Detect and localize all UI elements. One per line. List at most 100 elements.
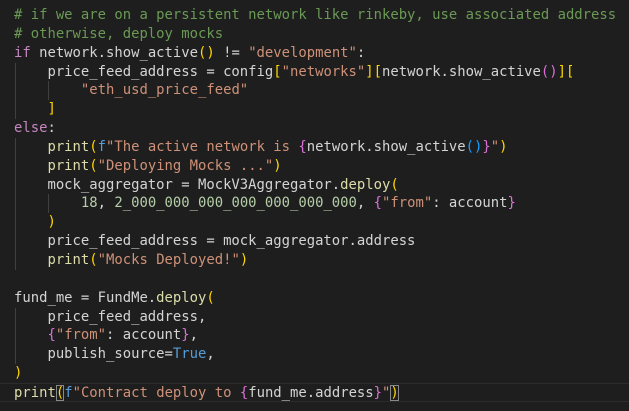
- code-token: ): [239, 251, 249, 268]
- code-token: f: [97, 138, 107, 155]
- code-token: (: [206, 289, 215, 306]
- code-token: }: [507, 195, 516, 212]
- code-token: ,: [97, 195, 115, 212]
- code-line[interactable]: if network.show_active() != "development…: [0, 44, 629, 63]
- code-token: }: [373, 384, 383, 401]
- code-token: print: [47, 251, 90, 268]
- code-token: "from": [382, 195, 433, 212]
- code-line[interactable]: price_feed_address = config["networks"][…: [0, 62, 629, 82]
- indent-guide: [15, 250, 16, 270]
- code-token: price_feed_address = config: [47, 63, 274, 80]
- code-line[interactable]: mock_aggregator = MockV3Aggregator.deplo…: [0, 175, 629, 195]
- code-token: ][: [557, 63, 575, 80]
- code-token: "Mocks Deployed!": [97, 251, 240, 268]
- code-token: ,: [189, 327, 199, 344]
- code-line[interactable]: else:: [0, 119, 629, 138]
- code-token: mock_aggregator = MockV3Aggregator.: [47, 176, 341, 193]
- code-line[interactable]: fund_me = FundMe.deploy(: [0, 289, 629, 308]
- indent-guide: [48, 81, 49, 101]
- code-token: network.show_active: [306, 138, 466, 155]
- matched-bracket: (: [55, 384, 65, 401]
- code-token: deploy: [340, 176, 391, 193]
- indent-guide: [15, 81, 16, 101]
- code-token: ]: [47, 101, 56, 118]
- code-token: deploy: [156, 289, 207, 306]
- indent-guide: [15, 345, 16, 365]
- code-token: :: [356, 44, 366, 61]
- code-line[interactable]: print(f"Contract deploy to {fund_me.addr…: [0, 382, 629, 402]
- code-token: "from": [55, 327, 107, 344]
- code-token: :: [47, 120, 56, 137]
- code-line[interactable]: price_feed_address,: [0, 307, 629, 327]
- code-line[interactable]: 18, 2_000_000_000_000_000_000_000, {"fro…: [0, 194, 629, 214]
- matched-bracket: ): [390, 384, 399, 401]
- code-line[interactable]: print("Deploying Mocks ..."): [0, 156, 629, 176]
- indent-guide: [15, 326, 16, 346]
- code-token: {: [298, 138, 307, 155]
- code-line[interactable]: price_feed_address = mock_aggregator.add…: [0, 232, 629, 251]
- indent-guide: [15, 213, 16, 233]
- code-line[interactable]: # otherwise, deploy mocks: [0, 25, 629, 44]
- code-token: ][: [365, 63, 383, 80]
- indent-guide: [15, 307, 16, 327]
- code-line[interactable]: ): [0, 364, 629, 383]
- code-token: price_feed_address,: [47, 308, 207, 325]
- code-token: ": [490, 138, 500, 155]
- code-line[interactable]: print(f"The active network is {network.s…: [0, 137, 629, 157]
- code-token: (): [198, 44, 215, 61]
- code-token: ,: [206, 346, 215, 363]
- indent-guide: [15, 175, 16, 195]
- code-line[interactable]: print("Mocks Deployed!"): [0, 250, 629, 270]
- code-token: price_feed_address = mock_aggregator.add…: [47, 233, 416, 250]
- code-token: !=: [214, 44, 249, 61]
- code-token: }: [482, 138, 491, 155]
- code-token: }: [181, 327, 190, 344]
- code-token: 18: [80, 195, 98, 212]
- code-line[interactable]: ]: [0, 100, 629, 120]
- code-token: ): [14, 365, 23, 382]
- code-line[interactable]: [0, 270, 629, 289]
- code-token: # otherwise, deploy mocks: [14, 25, 224, 42]
- code-token: print: [14, 384, 56, 401]
- code-editor[interactable]: # if we are on a persistent network like…: [0, 6, 629, 402]
- indent-guide: [15, 62, 16, 82]
- code-token: f: [64, 384, 73, 401]
- indent-guide: [15, 156, 16, 176]
- code-line[interactable]: "eth_usd_price_feed": [0, 81, 629, 101]
- indent-guide: [15, 194, 16, 214]
- code-token: True: [172, 346, 207, 363]
- code-token: : account: [432, 195, 508, 212]
- code-token: network.show_active: [382, 63, 541, 80]
- code-token: ): [47, 214, 56, 231]
- code-line[interactable]: {"from": account},: [0, 326, 629, 346]
- code-token: (: [390, 176, 399, 193]
- code-token: print: [47, 138, 90, 155]
- indent-guide: [15, 232, 16, 251]
- code-token: "development": [248, 44, 357, 61]
- code-token: (: [89, 157, 98, 174]
- code-token: print: [47, 157, 90, 174]
- indent-guide: [48, 194, 49, 214]
- code-line[interactable]: # if we are on a persistent network like…: [0, 6, 629, 25]
- code-token: {: [239, 384, 249, 401]
- indent-guide: [15, 100, 16, 120]
- code-token: "networks": [281, 63, 366, 80]
- code-token: "The active network is: [106, 138, 299, 155]
- code-token: {: [373, 195, 383, 212]
- code-token: "eth_usd_price_feed": [80, 82, 249, 99]
- code-line[interactable]: publish_source=True,: [0, 345, 629, 365]
- code-token: # if we are on a persistent network like…: [14, 7, 617, 23]
- code-token: (): [540, 63, 558, 80]
- code-line[interactable]: ): [0, 213, 629, 233]
- code-token: network.show_active: [30, 44, 198, 61]
- code-token: publish_source=: [47, 346, 173, 363]
